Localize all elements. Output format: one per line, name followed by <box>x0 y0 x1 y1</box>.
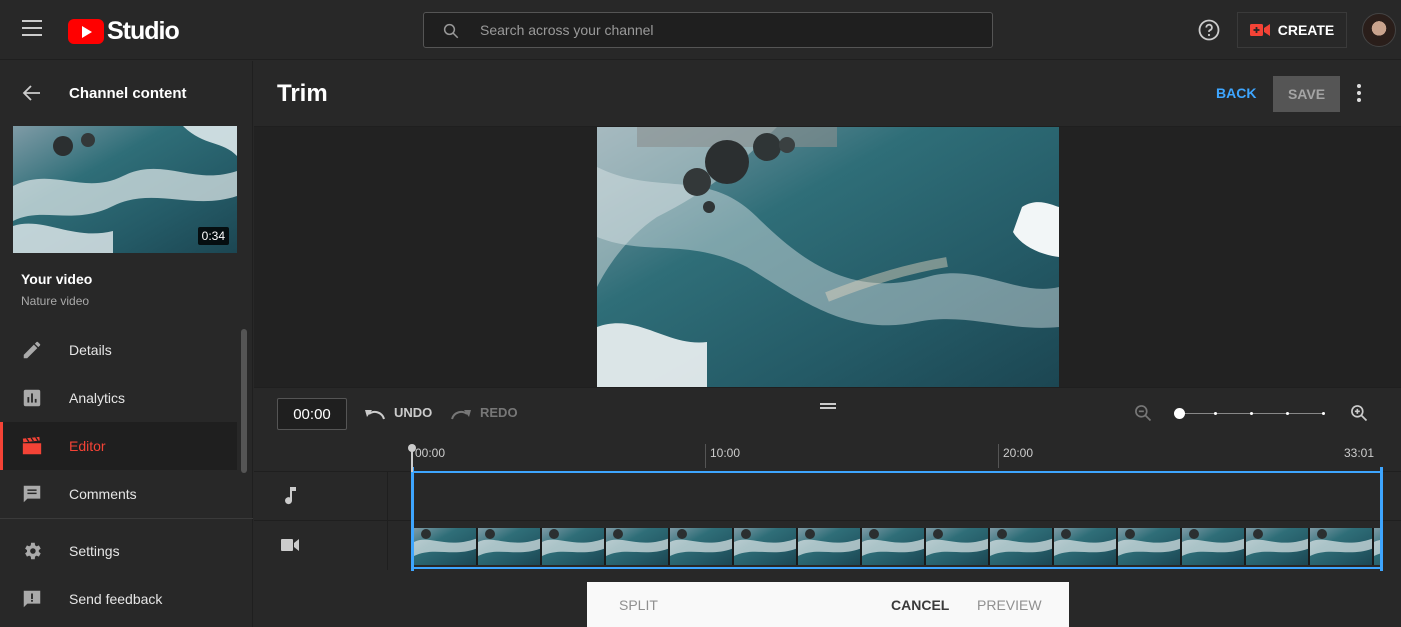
ruler-tick <box>705 444 706 468</box>
trim-action-bar: SPLIT CANCEL PREVIEW <box>587 582 1069 627</box>
avatar[interactable] <box>1362 13 1396 47</box>
sidebar: Channel content 0:34 Your video Nature v… <box>0 61 253 627</box>
sidebar-item-analytics[interactable]: Analytics <box>0 374 237 422</box>
redo-icon <box>451 409 471 419</box>
video-camera-icon <box>1249 24 1270 36</box>
save-button[interactable]: SAVE <box>1273 76 1340 112</box>
ocean-video-frame <box>597 127 1059 387</box>
drag-handle-icon[interactable] <box>820 403 836 409</box>
ruler-label: 33:01 <box>1344 446 1375 460</box>
ruler-tick <box>998 444 999 468</box>
undo-icon <box>365 409 385 419</box>
split-button[interactable]: SPLIT <box>619 597 658 613</box>
cancel-button[interactable]: CANCEL <box>891 597 949 613</box>
studio-logo[interactable]: Studio <box>68 17 180 46</box>
undo-button[interactable]: UNDO <box>364 405 432 420</box>
track-icon-column <box>254 471 388 570</box>
zoom-step-mark <box>1322 412 1325 415</box>
sidebar-item-send-feedback[interactable]: Send feedback <box>0 575 237 623</box>
undo-label: UNDO <box>394 405 433 420</box>
trim-end-handle[interactable] <box>1380 467 1383 571</box>
create-button[interactable]: CREATE <box>1237 12 1347 48</box>
video-title: Your video <box>21 271 93 287</box>
gear-icon <box>25 542 41 560</box>
analytics-icon <box>23 389 41 407</box>
menu-icon[interactable] <box>22 20 42 36</box>
sidebar-item-label: Editor <box>69 438 106 454</box>
video-duration-badge: 0:34 <box>197 227 229 245</box>
zoom-out-icon[interactable] <box>1133 403 1153 423</box>
main-content: Trim BACK SAVE 00:00 UNDO REDO 00:00 10:… <box>254 61 1401 627</box>
back-button[interactable]: BACK <box>1216 85 1256 101</box>
channel-content-label: Channel content <box>69 85 187 102</box>
zoom-step-mark <box>1250 412 1253 415</box>
page-title: Trim <box>277 80 328 107</box>
sidebar-divider <box>0 518 253 519</box>
video-thumbnail[interactable]: 0:34 <box>13 126 237 253</box>
sidebar-item-label: Comments <box>69 486 137 502</box>
video-subtitle: Nature video <box>21 294 90 308</box>
timeline-panel: 00:00 UNDO REDO 00:00 10:00 20:00 33:01 <box>254 387 1401 571</box>
ruler-label: 20:00 <box>1003 446 1034 460</box>
search-input[interactable] <box>480 13 980 47</box>
logo-text: Studio <box>107 17 180 45</box>
trim-start-handle[interactable] <box>411 467 414 571</box>
channel-content-back[interactable]: Channel content <box>0 61 253 125</box>
video-preview-area <box>254 127 1401 387</box>
redo-button[interactable]: REDO <box>450 405 518 420</box>
feedback-icon <box>23 590 41 608</box>
sidebar-item-editor[interactable]: Editor <box>0 422 237 470</box>
zoom-in-icon[interactable] <box>1349 403 1369 423</box>
editor-header: Trim BACK SAVE <box>254 61 1401 127</box>
sidebar-item-label: Analytics <box>69 390 126 406</box>
sidebar-item-settings[interactable]: Settings <box>0 527 237 575</box>
zoom-step-mark <box>1286 412 1289 415</box>
sidebar-item-label: Details <box>69 342 112 358</box>
sidebar-item-comments[interactable]: Comments <box>0 470 237 518</box>
comment-icon <box>23 485 41 503</box>
playhead[interactable] <box>408 444 416 472</box>
sidebar-scrollbar[interactable] <box>241 329 247 473</box>
search-box[interactable] <box>423 12 993 48</box>
youtube-logo-icon <box>68 19 104 44</box>
more-options-icon[interactable] <box>1356 84 1362 104</box>
preview-button[interactable]: PREVIEW <box>977 597 1042 613</box>
current-time-field[interactable]: 00:00 <box>277 398 347 430</box>
ruler-label: 10:00 <box>710 446 741 460</box>
clapperboard-icon <box>22 436 42 455</box>
sidebar-item-label: Send feedback <box>69 591 163 607</box>
zoom-slider-thumb[interactable] <box>1174 408 1185 419</box>
sidebar-item-label: Settings <box>69 543 120 559</box>
sidebar-item-details[interactable]: Details <box>0 326 237 374</box>
zoom-step-mark <box>1214 412 1217 415</box>
pencil-icon <box>23 341 41 359</box>
create-label: CREATE <box>1277 22 1335 38</box>
arrow-back-icon[interactable] <box>22 83 42 103</box>
ruler-label: 00:00 <box>415 446 446 460</box>
video-preview[interactable] <box>597 127 1059 387</box>
search-icon <box>443 23 459 39</box>
top-bar: Studio CREATE <box>0 0 1401 60</box>
help-icon[interactable] <box>1197 18 1221 42</box>
redo-label: REDO <box>480 405 518 420</box>
trim-selection[interactable] <box>411 467 1383 571</box>
